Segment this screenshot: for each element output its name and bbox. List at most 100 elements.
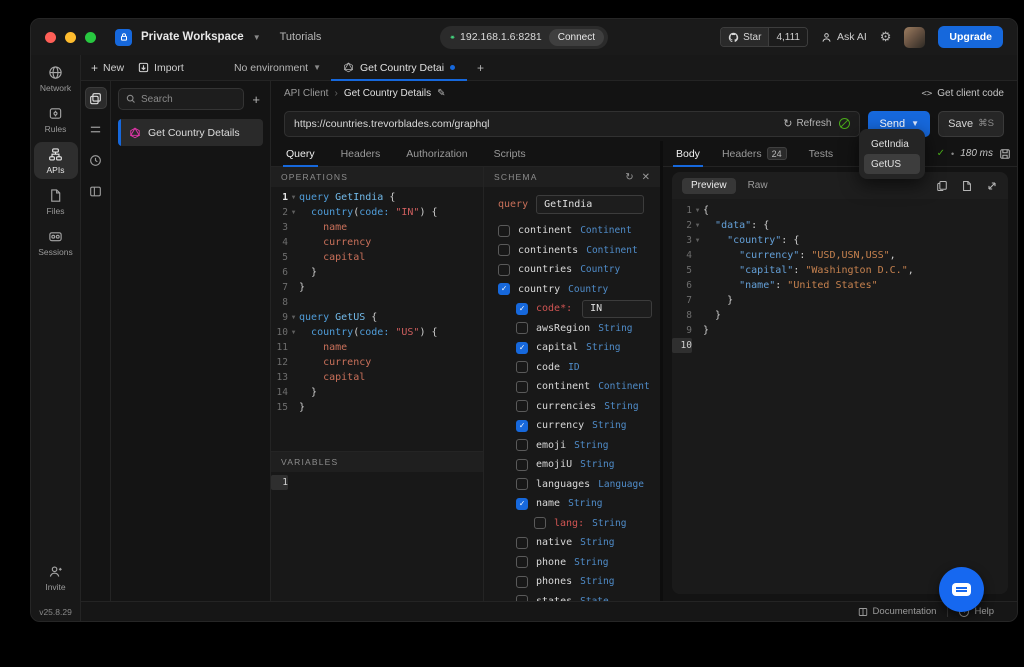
checkbox[interactable] <box>516 381 528 393</box>
code-line[interactable]: 10 <box>672 338 1008 353</box>
schema-field-continent[interactable]: continentContinent <box>484 221 652 241</box>
history-icon[interactable] <box>85 149 107 171</box>
sidebar-item-apis[interactable]: APIs <box>34 142 78 179</box>
checkbox[interactable] <box>516 576 528 588</box>
schema-field-currency[interactable]: ✓currencyString <box>484 416 652 436</box>
chat-widget-button[interactable] <box>939 567 984 612</box>
code-line[interactable]: 9▼query GetUS { <box>271 310 483 325</box>
new-tab-button[interactable]: + <box>467 55 494 80</box>
tab-body[interactable]: Body <box>665 141 711 166</box>
dropdown-item-getus[interactable]: GetUS <box>864 154 920 174</box>
checkbox[interactable] <box>516 478 528 490</box>
code-line[interactable]: 8 <box>271 295 483 310</box>
sidebar-item-sessions[interactable]: Sessions <box>34 224 78 261</box>
checkbox[interactable] <box>498 244 510 256</box>
import-button[interactable]: Import <box>138 62 184 74</box>
close-icon[interactable]: ✕ <box>642 172 650 183</box>
code-line[interactable]: 14 } <box>271 385 483 400</box>
code-line[interactable]: 15} <box>271 400 483 415</box>
tab-response-headers[interactable]: Headers 24 <box>711 141 798 166</box>
schema-field-code[interactable]: ✓code*:IN <box>484 299 652 319</box>
window-minimize-button[interactable] <box>65 32 76 43</box>
checkbox[interactable] <box>498 225 510 237</box>
collections-icon[interactable] <box>85 87 107 109</box>
code-line[interactable]: 12 currency <box>271 355 483 370</box>
tab-scripts[interactable]: Scripts <box>483 141 537 166</box>
workspace-switcher[interactable]: Private Workspace <box>141 31 244 43</box>
code-line[interactable]: 10▼ country(code: "US") { <box>271 325 483 340</box>
tab-tests[interactable]: Tests <box>798 141 845 166</box>
checkbox[interactable] <box>516 459 528 471</box>
variables-editor[interactable]: 1 <box>271 472 483 601</box>
code-line[interactable]: 8 } <box>672 308 1008 323</box>
checkbox[interactable]: ✓ <box>516 420 528 432</box>
code-line[interactable]: 7} <box>271 280 483 295</box>
documentation-link[interactable]: Documentation <box>847 606 948 617</box>
tab-authorization[interactable]: Authorization <box>395 141 478 166</box>
code-line[interactable]: 5 capital <box>271 250 483 265</box>
code-line[interactable]: 5 "capital": "Washington D.C.", <box>672 263 1008 278</box>
checkbox[interactable]: ✓ <box>516 498 528 510</box>
checkbox[interactable] <box>516 556 528 568</box>
tutorials-menu[interactable]: Tutorials <box>280 31 322 43</box>
schema-field-name[interactable]: ✓nameString <box>484 494 652 514</box>
new-button[interactable]: + New <box>91 61 124 75</box>
schema-field-lang[interactable]: lang:String <box>484 514 652 534</box>
code-line[interactable]: 3 name <box>271 220 483 235</box>
github-star-button[interactable]: Star 4,111 <box>720 27 808 47</box>
tab-preview[interactable]: Preview <box>682 178 736 194</box>
code-line[interactable]: 6 "name": "United States" <box>672 278 1008 293</box>
refresh-schema-icon[interactable]: ↻ <box>625 172 633 183</box>
environments-icon[interactable] <box>85 118 107 140</box>
window-close-button[interactable] <box>45 32 56 43</box>
connect-button[interactable]: Connect <box>549 29 604 46</box>
checkbox[interactable]: ✓ <box>498 283 510 295</box>
code-line[interactable]: 9} <box>672 323 1008 338</box>
dropdown-item-getindia[interactable]: GetIndia <box>864 134 920 154</box>
tab-query[interactable]: Query <box>275 141 326 166</box>
url-input[interactable]: https://countries.trevorblades.com/graph… <box>284 111 860 137</box>
tab-raw[interactable]: Raw <box>748 180 768 191</box>
code-line[interactable]: 4 currency <box>271 235 483 250</box>
code-line[interactable]: 13 capital <box>271 370 483 385</box>
proxy-off-icon[interactable] <box>839 118 850 129</box>
response-json-editor[interactable]: 1▼{2▼ "data": {3▼ "country": {4 "currenc… <box>672 199 1008 594</box>
schema-field-states[interactable]: statesState <box>484 592 652 602</box>
gear-icon[interactable]: ⚙ <box>880 29 892 45</box>
code-line[interactable]: 1▼query GetIndia { <box>271 190 483 205</box>
copy-icon[interactable] <box>936 180 948 192</box>
schema-field-continent[interactable]: continentContinent <box>484 377 652 397</box>
ask-ai-button[interactable]: Ask AI <box>821 31 867 43</box>
schema-field-countries[interactable]: countriesCountry <box>484 260 652 280</box>
get-client-code-button[interactable]: <> Get client code <box>921 88 1004 99</box>
environment-selector[interactable]: No environment ▼ <box>234 62 321 74</box>
schema-field-emojiU[interactable]: emojiUString <box>484 455 652 475</box>
invite-button[interactable]: Invite <box>34 559 78 596</box>
sidebar-item-rules[interactable]: Rules <box>34 101 78 138</box>
code-line[interactable]: 2▼ "data": { <box>672 218 1008 233</box>
code-line[interactable]: 1 <box>271 475 483 490</box>
schema-field-country[interactable]: ✓countryCountry <box>484 280 652 300</box>
checkbox[interactable] <box>516 361 528 373</box>
operation-name-input[interactable]: GetIndia <box>536 195 644 214</box>
tab-headers[interactable]: Headers <box>330 141 392 166</box>
code-line[interactable]: 6 } <box>271 265 483 280</box>
checkbox[interactable]: ✓ <box>516 303 528 315</box>
schema-field-continents[interactable]: continentsContinent <box>484 241 652 261</box>
upgrade-button[interactable]: Upgrade <box>938 26 1003 48</box>
code-line[interactable]: 3▼ "country": { <box>672 233 1008 248</box>
code-line[interactable]: 1▼{ <box>672 203 1008 218</box>
chevron-down-icon[interactable]: ▼ <box>253 33 261 42</box>
operations-editor[interactable]: 1▼query GetIndia {2▼ country(code: "IN")… <box>271 187 483 451</box>
schema-field-phone[interactable]: phoneString <box>484 553 652 573</box>
schema-field-capital[interactable]: ✓capitalString <box>484 338 652 358</box>
window-zoom-button[interactable] <box>85 32 96 43</box>
checkbox[interactable] <box>516 439 528 451</box>
schema-field-code[interactable]: codeID <box>484 358 652 378</box>
add-request-button[interactable]: + <box>249 92 263 107</box>
save-button[interactable]: Save ⌘S <box>938 111 1004 137</box>
checkbox[interactable] <box>516 400 528 412</box>
schema-field-emoji[interactable]: emojiString <box>484 436 652 456</box>
expand-icon[interactable] <box>986 180 998 192</box>
schema-field-awsRegion[interactable]: awsRegionString <box>484 319 652 339</box>
